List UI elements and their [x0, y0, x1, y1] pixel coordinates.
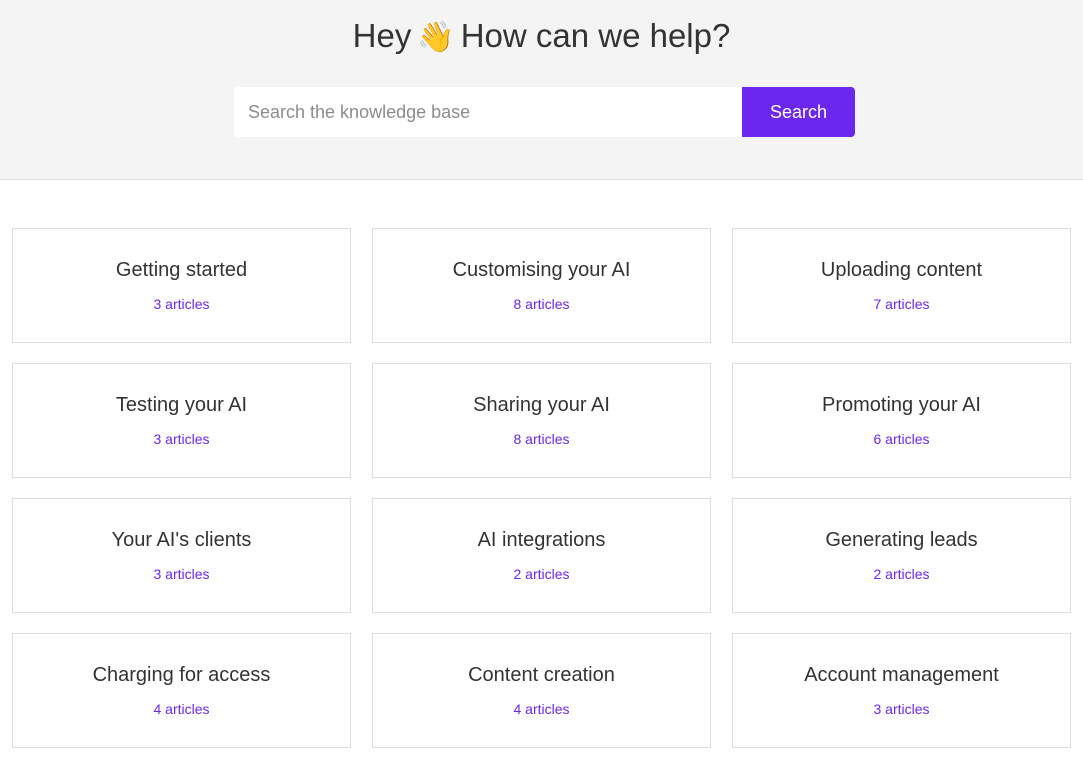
category-card-charging-for-access[interactable]: Charging for access 4 articles: [12, 633, 351, 748]
article-count: 3 articles: [873, 701, 930, 717]
category-title: Getting started: [115, 259, 248, 281]
search-input[interactable]: [234, 87, 742, 137]
category-card-ai-integrations[interactable]: AI integrations 2 articles: [372, 498, 711, 613]
category-title: Charging for access: [92, 664, 271, 686]
category-title: Generating leads: [825, 529, 978, 551]
search-bar: Search: [234, 87, 855, 137]
category-title: Sharing your AI: [473, 394, 610, 416]
article-count: 4 articles: [513, 701, 570, 717]
article-count: 6 articles: [873, 431, 930, 447]
article-count: 3 articles: [153, 566, 210, 582]
article-count: 7 articles: [873, 296, 930, 312]
category-title: Uploading content: [820, 259, 983, 281]
category-card-uploading-content[interactable]: Uploading content 7 articles: [732, 228, 1071, 343]
page-title: Hey 👋 How can we help?: [0, 14, 1083, 60]
category-title: Promoting your AI: [822, 394, 981, 416]
category-title: Testing your AI: [115, 394, 248, 416]
category-card-getting-started[interactable]: Getting started 3 articles: [12, 228, 351, 343]
article-count: 8 articles: [513, 431, 570, 447]
article-count: 8 articles: [513, 296, 570, 312]
hero-section: Hey 👋 How can we help? Search: [0, 0, 1083, 180]
category-card-content-creation[interactable]: Content creation 4 articles: [372, 633, 711, 748]
category-title: AI integrations: [477, 529, 606, 551]
article-count: 3 articles: [153, 431, 210, 447]
article-count: 4 articles: [153, 701, 210, 717]
article-count: 2 articles: [513, 566, 570, 582]
title-greeting: Hey: [352, 17, 412, 54]
waving-hand-icon: 👋: [417, 20, 455, 55]
title-question: How can we help?: [460, 17, 731, 54]
category-card-your-ais-clients[interactable]: Your AI's clients 3 articles: [12, 498, 351, 613]
category-card-sharing-your-ai[interactable]: Sharing your AI 8 articles: [372, 363, 711, 478]
category-title: Your AI's clients: [111, 529, 252, 551]
category-card-account-management[interactable]: Account management 3 articles: [732, 633, 1071, 748]
article-count: 2 articles: [873, 566, 930, 582]
category-card-testing-your-ai[interactable]: Testing your AI 3 articles: [12, 363, 351, 478]
article-count: 3 articles: [153, 296, 210, 312]
category-grid: Getting started 3 articles Customising y…: [12, 228, 1071, 748]
category-title: Customising your AI: [452, 259, 631, 281]
category-title: Content creation: [468, 664, 615, 686]
category-card-promoting-your-ai[interactable]: Promoting your AI 6 articles: [732, 363, 1071, 478]
search-button[interactable]: Search: [742, 87, 855, 137]
category-title: Account management: [804, 664, 999, 686]
category-card-generating-leads[interactable]: Generating leads 2 articles: [732, 498, 1071, 613]
category-card-customising-your-ai[interactable]: Customising your AI 8 articles: [372, 228, 711, 343]
